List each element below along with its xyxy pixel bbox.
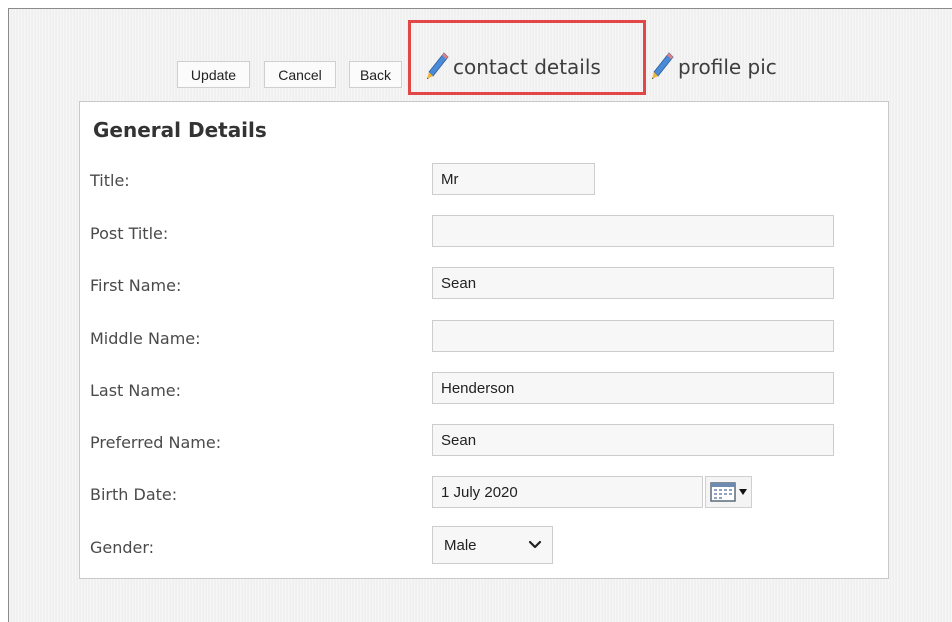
gender-select[interactable]: Male	[432, 526, 553, 564]
title-label: Title:	[90, 171, 130, 190]
back-button[interactable]: Back	[349, 61, 402, 88]
gender-label: Gender:	[90, 538, 155, 557]
post-title-label: Post Title:	[90, 224, 169, 243]
pencil-icon	[427, 52, 449, 79]
calendar-button[interactable]	[705, 476, 752, 508]
birth-date-field[interactable]	[432, 476, 703, 508]
preferred-name-label: Preferred Name:	[90, 433, 222, 452]
contact-details-link[interactable]: contact details	[425, 47, 601, 87]
preferred-name-field[interactable]	[432, 424, 834, 456]
post-title-field[interactable]	[432, 215, 834, 247]
last-name-field[interactable]	[432, 372, 834, 404]
middle-name-field[interactable]	[432, 320, 834, 352]
birth-date-label: Birth Date:	[90, 485, 178, 504]
title-field[interactable]	[432, 163, 595, 195]
first-name-field[interactable]	[432, 267, 834, 299]
gender-selected-value: Male	[444, 536, 477, 554]
first-name-label: First Name:	[90, 276, 182, 295]
toolbar: Update Cancel Back contact details profi…	[9, 9, 952, 109]
pencil-icon	[652, 52, 674, 79]
calendar-icon	[709, 482, 747, 502]
last-name-label: Last Name:	[90, 381, 182, 400]
profile-pic-label: profile pic	[678, 55, 777, 79]
section-title: General Details	[93, 118, 267, 142]
app-frame: Update Cancel Back contact details profi…	[8, 8, 952, 622]
cancel-button[interactable]: Cancel	[264, 61, 336, 88]
profile-pic-link[interactable]: profile pic	[650, 47, 777, 87]
middle-name-label: Middle Name:	[90, 329, 201, 348]
contact-details-label: contact details	[453, 55, 601, 79]
chevron-down-icon	[528, 540, 542, 549]
update-button[interactable]: Update	[177, 61, 250, 88]
